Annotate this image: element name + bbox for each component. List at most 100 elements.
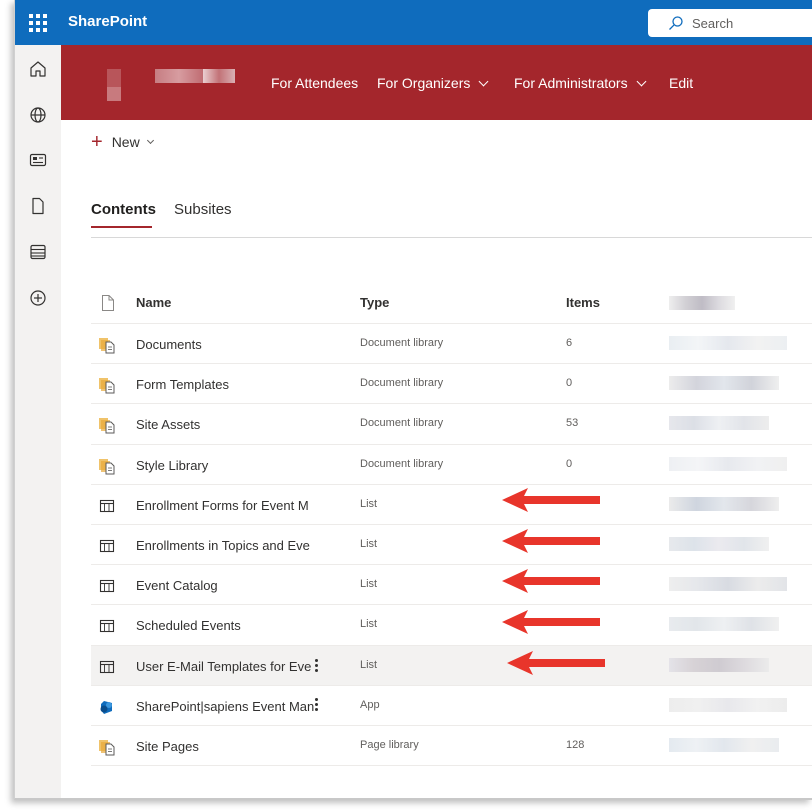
new-button-label: New — [111, 134, 140, 150]
add-icon[interactable] — [28, 288, 48, 308]
library-icon — [99, 740, 115, 756]
row-type: Page library — [360, 739, 419, 751]
row-name-link[interactable]: User E-Mail Templates for Eve — [136, 659, 311, 674]
row-items-count: 0 — [566, 457, 573, 470]
column-header-name[interactable]: Name — [136, 295, 171, 310]
list-icon — [99, 539, 115, 553]
row-name-link[interactable]: Form Templates — [136, 377, 229, 392]
table-row[interactable]: Site Assets Document library 53 — [91, 404, 812, 445]
blurred-modified-value — [669, 376, 779, 391]
table-row[interactable]: Enrollment Forms for Event M List — [91, 485, 812, 525]
blurred-modified-value — [669, 336, 787, 350]
row-type: List — [360, 618, 378, 631]
row-type: Document library — [360, 337, 444, 349]
hub-navigation: For Attendees For Organizers For Adminis… — [61, 45, 812, 120]
arrow-annotation — [502, 610, 600, 634]
row-name-link[interactable]: Site Pages — [136, 739, 199, 754]
plus-icon: + — [91, 131, 103, 153]
list-icon — [99, 620, 115, 633]
table-row[interactable]: Form Templates Document library 0 — [91, 364, 812, 405]
tab-subsites[interactable]: Subsites — [174, 201, 232, 218]
row-type: Document library — [360, 457, 444, 470]
row-items-count: 6 — [566, 337, 573, 349]
row-name-link[interactable]: Enrollment Forms for Event M — [136, 498, 309, 513]
more-options-icon[interactable] — [315, 658, 319, 674]
column-header-items[interactable]: Items — [566, 295, 600, 310]
library-icon — [99, 338, 115, 354]
arrow-annotation — [502, 569, 600, 593]
row-type: List — [360, 578, 378, 591]
library-icon — [99, 418, 115, 434]
active-tab-indicator — [91, 226, 152, 228]
table-row[interactable]: Documents Document library 6 — [91, 324, 812, 365]
blurred-modified-value — [669, 738, 779, 752]
globe-icon[interactable] — [28, 105, 48, 125]
search-icon — [669, 16, 683, 30]
row-type: App — [360, 698, 380, 711]
app-title[interactable]: SharePoint — [68, 13, 147, 30]
more-options-icon[interactable] — [315, 697, 319, 713]
nav-edit[interactable]: Edit — [669, 75, 693, 91]
table-row[interactable]: SharePoint|sapiens Event Man App — [91, 686, 812, 726]
list-icon — [99, 499, 115, 512]
left-rail — [15, 45, 61, 798]
site-title-blurred[interactable] — [155, 69, 203, 83]
site-title-blurred-part — [203, 69, 235, 83]
table-row[interactable]: Style Library Document library 0 — [91, 445, 812, 485]
lists-icon[interactable] — [28, 242, 48, 262]
search-box[interactable]: Search — [648, 9, 812, 37]
chevron-down-icon — [478, 76, 489, 87]
new-button[interactable]: + New — [91, 131, 154, 153]
table-header: Name Type Items — [91, 284, 812, 324]
blurred-modified-value — [669, 617, 779, 632]
row-name-link[interactable]: Site Assets — [136, 417, 200, 432]
table-row[interactable]: User E-Mail Templates for Eve List — [91, 645, 812, 686]
row-name-link[interactable]: Style Library — [136, 458, 208, 473]
chevron-down-icon — [146, 136, 154, 144]
blurred-modified-value — [669, 456, 787, 471]
row-name-link[interactable]: Enrollments in Topics and Eve — [136, 538, 310, 553]
nav-for-attendees[interactable]: For Attendees — [271, 75, 358, 91]
row-type: Document library — [360, 417, 444, 430]
suite-bar: SharePoint Search — [15, 0, 812, 45]
blurred-modified-value — [669, 416, 769, 431]
arrow-annotation — [507, 651, 605, 675]
row-name-link[interactable]: Scheduled Events — [136, 618, 241, 633]
tab-contents[interactable]: Contents — [91, 201, 156, 218]
column-header-type[interactable]: Type — [360, 295, 389, 310]
table-row[interactable]: Enrollments in Topics and Eve List — [91, 525, 812, 566]
blurred-modified-value — [669, 697, 787, 712]
home-icon[interactable] — [28, 59, 48, 79]
tabs-divider — [91, 237, 812, 238]
app-launcher-icon[interactable] — [29, 14, 47, 32]
list-icon — [99, 660, 115, 673]
table-row[interactable]: Site Pages Page library 128 — [91, 726, 812, 767]
site-logo-part — [107, 87, 121, 101]
browser-frame: SharePoint Search For Attendees For Orga… — [14, 0, 812, 800]
row-type: List — [360, 538, 378, 550]
row-name-link[interactable]: SharePoint|sapiens Event Man — [136, 699, 314, 714]
table-row[interactable]: Scheduled Events List — [91, 605, 812, 646]
row-items-count: 53 — [566, 417, 579, 430]
blurred-modified-value — [669, 577, 787, 592]
blurred-column-header — [669, 296, 735, 310]
list-icon — [99, 580, 115, 593]
blurred-modified-value — [669, 537, 769, 551]
arrow-annotation — [502, 529, 600, 553]
nav-for-administrators[interactable]: For Administrators — [514, 75, 647, 91]
row-name-link[interactable]: Documents — [136, 337, 202, 352]
row-type: List — [360, 497, 378, 510]
file-type-header-icon — [102, 295, 114, 311]
row-items-count: 0 — [566, 377, 573, 390]
table-row[interactable]: Event Catalog List — [91, 565, 812, 606]
row-type: Document library — [360, 377, 444, 390]
arrow-annotation — [502, 488, 600, 512]
chevron-down-icon — [636, 76, 647, 87]
nav-for-organizers[interactable]: For Organizers — [377, 75, 489, 91]
app-icon — [100, 700, 112, 714]
row-name-link[interactable]: Event Catalog — [136, 578, 218, 593]
row-items-count: 128 — [566, 739, 585, 751]
news-icon[interactable] — [28, 150, 48, 170]
file-icon[interactable] — [28, 196, 48, 216]
library-icon — [99, 458, 115, 475]
